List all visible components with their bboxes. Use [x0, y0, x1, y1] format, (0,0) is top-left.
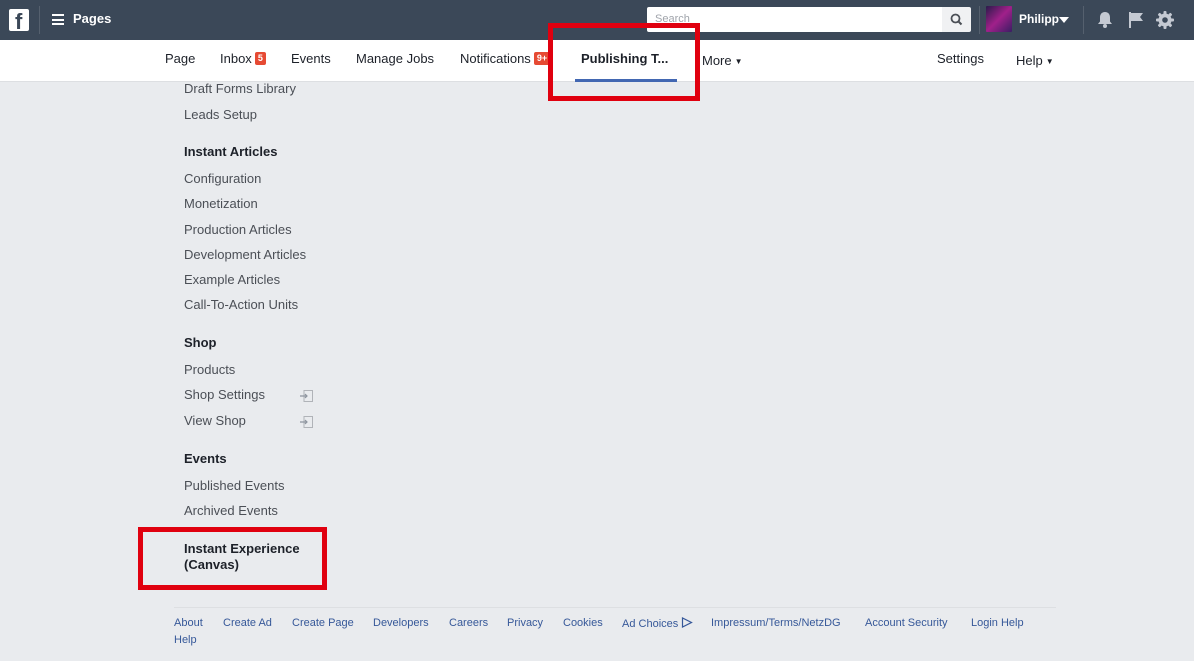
- divider: [979, 6, 980, 34]
- search-button[interactable]: [942, 7, 971, 32]
- tab-label: Manage Jobs: [356, 51, 435, 66]
- menu-item-example-articles[interactable]: Example Articles: [184, 272, 280, 287]
- tab-label: Inbox: [220, 51, 252, 66]
- tab-label: Notifications: [460, 51, 531, 66]
- user-name[interactable]: Philipp: [1019, 12, 1059, 26]
- footer-link-about[interactable]: About: [174, 617, 203, 629]
- flag-icon[interactable]: [1125, 9, 1147, 31]
- gear-icon[interactable]: [1154, 9, 1176, 31]
- tab-manage-jobs[interactable]: Manage Jobs: [356, 51, 434, 66]
- tab-help[interactable]: Help ▼: [1016, 53, 1054, 68]
- menu-item-view-shop[interactable]: View Shop: [184, 413, 246, 428]
- footer-link-login-help[interactable]: Login Help: [971, 617, 1024, 629]
- menu-item-production-articles[interactable]: Production Articles: [184, 222, 292, 237]
- tab-label: Help: [1016, 53, 1043, 68]
- tab-label: Events: [291, 51, 331, 66]
- footer-link-label: Ad Choices: [622, 618, 679, 630]
- section-heading-events: Events: [184, 451, 227, 466]
- menu-item-products[interactable]: Products: [184, 362, 235, 377]
- footer-link-cookies[interactable]: Cookies: [563, 617, 603, 629]
- footer-link-impressum[interactable]: Impressum/Terms/NetzDG: [711, 617, 841, 629]
- facebook-logo-icon[interactable]: f: [9, 9, 29, 31]
- menu-item-published-events[interactable]: Published Events: [184, 478, 284, 493]
- menu-item-monetization[interactable]: Monetization: [184, 196, 258, 211]
- menu-item-draft-forms-library[interactable]: Draft Forms Library: [184, 81, 296, 96]
- footer-link-help[interactable]: Help: [174, 634, 197, 646]
- tab-settings[interactable]: Settings: [937, 51, 984, 66]
- dropdown-caret-icon: ▼: [734, 57, 743, 66]
- hamburger-menu-icon[interactable]: [52, 14, 64, 25]
- highlight-box-publishing-tools: [548, 23, 700, 101]
- tab-label: Settings: [937, 51, 984, 66]
- dropdown-caret-icon: ▼: [1045, 57, 1054, 66]
- tab-label: Page: [165, 51, 196, 66]
- tab-more[interactable]: More ▼: [702, 53, 743, 68]
- avatar[interactable]: [986, 6, 1012, 32]
- tab-notifications[interactable]: Notifications 9+: [460, 51, 551, 66]
- tab-inbox[interactable]: Inbox 5: [220, 51, 266, 66]
- divider: [1083, 6, 1084, 34]
- menu-item-archived-events[interactable]: Archived Events: [184, 503, 278, 518]
- pages-title[interactable]: Pages: [73, 11, 111, 26]
- menu-item-development-articles[interactable]: Development Articles: [184, 247, 306, 262]
- section-heading-shop: Shop: [184, 335, 217, 350]
- account-menu-caret-icon[interactable]: [1059, 17, 1069, 23]
- menu-item-call-to-action-units[interactable]: Call-To-Action Units: [184, 297, 298, 312]
- footer-link-ad-choices[interactable]: Ad Choices: [622, 617, 694, 630]
- footer-divider: [174, 607, 1056, 608]
- menu-item-leads-setup[interactable]: Leads Setup: [184, 107, 257, 122]
- footer-link-developers[interactable]: Developers: [373, 617, 429, 629]
- tab-events[interactable]: Events: [291, 51, 331, 66]
- tab-label: More: [702, 53, 732, 68]
- menu-item-shop-settings[interactable]: Shop Settings: [184, 387, 265, 402]
- search-icon: [950, 13, 963, 26]
- ad-choices-icon: [682, 617, 694, 628]
- tab-page[interactable]: Page: [165, 51, 195, 66]
- section-heading-instant-articles: Instant Articles: [184, 144, 278, 159]
- footer-link-create-page[interactable]: Create Page: [292, 617, 354, 629]
- external-link-icon: [300, 390, 313, 402]
- footer-link-careers[interactable]: Careers: [449, 617, 488, 629]
- footer-link-privacy[interactable]: Privacy: [507, 617, 543, 629]
- divider: [39, 6, 40, 34]
- highlight-box-instant-experience: [138, 527, 327, 590]
- inbox-count-badge: 5: [254, 52, 266, 65]
- menu-item-configuration[interactable]: Configuration: [184, 171, 261, 186]
- notifications-bell-icon[interactable]: [1094, 9, 1116, 31]
- external-link-icon: [300, 416, 313, 428]
- footer-link-account-security[interactable]: Account Security: [865, 617, 948, 629]
- footer-link-create-ad[interactable]: Create Ad: [223, 617, 272, 629]
